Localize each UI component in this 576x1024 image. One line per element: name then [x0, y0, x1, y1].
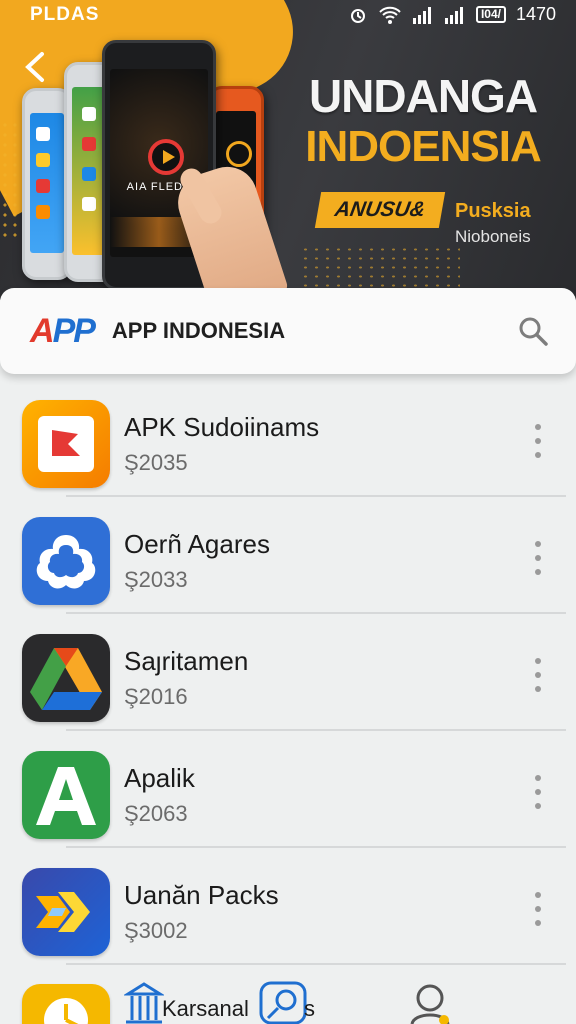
more-options-icon[interactable]	[532, 658, 544, 692]
list-item[interactable]: Saȷritamen Ş2016	[0, 614, 576, 731]
back-arrow-icon[interactable]	[20, 50, 50, 84]
search-header-card: APP APP INDONESIA	[0, 288, 576, 374]
gallery-search-icon[interactable]	[258, 980, 310, 1024]
bank-icon[interactable]	[124, 980, 164, 1024]
divider	[66, 963, 566, 965]
app-name: APK Sudoiinams	[124, 412, 320, 442]
app-name: Apalik	[124, 763, 195, 793]
more-options-icon[interactable]	[532, 541, 544, 575]
status-time: 1470	[515, 4, 556, 24]
blue-cloud-icon[interactable]	[22, 517, 110, 605]
blue-arrow-icon[interactable]	[22, 868, 110, 956]
drive-triangle-icon[interactable]	[22, 634, 110, 722]
app-name: Uanăn Packs	[124, 880, 279, 910]
app-subtitle: Ş2033	[124, 567, 188, 592]
bottom-bar: Karsanal s	[0, 976, 576, 1024]
app-logo-a: A	[30, 311, 55, 350]
profile-icon[interactable]	[408, 982, 452, 1024]
app-screen: PLDAS I04/ 1470 AIA FLEDA UNDANGA INDOEN…	[0, 0, 576, 1024]
app-subtitle: Ş2063	[124, 801, 188, 826]
more-options-icon[interactable]	[532, 892, 544, 926]
signal-icon-2	[444, 6, 463, 24]
app-logo: APP	[30, 311, 96, 351]
app-name: Saȷritamen	[124, 646, 249, 676]
hero-side-line2: Nioboneis	[455, 227, 531, 246]
bottom-label: Karsanal	[162, 996, 249, 1022]
hero-tag-badge: ANUSU&	[314, 192, 446, 228]
green-a-icon[interactable]	[22, 751, 110, 839]
list-item[interactable]: Apalik Ş2063	[0, 731, 576, 848]
app-subtitle: Ş2016	[124, 684, 188, 709]
wifi-icon	[379, 6, 401, 24]
hero-headline-line2: INDOENSIA	[305, 122, 541, 171]
hero-headline: UNDANGA INDOENSIA	[298, 70, 548, 172]
app-name: Oerñ Agares	[124, 529, 270, 559]
hero-banner[interactable]: PLDAS I04/ 1470 AIA FLEDA UNDANGA INDOEN…	[0, 0, 576, 300]
red-bookmark-icon[interactable]	[22, 400, 110, 488]
alarm-icon	[350, 8, 365, 23]
app-subtitle: Ş2035	[124, 450, 188, 475]
more-options-icon[interactable]	[532, 424, 544, 458]
app-subtitle: Ş3002	[124, 918, 188, 943]
hero-headline-line1: UNDANGA	[308, 70, 538, 122]
battery-icon: I04/	[475, 6, 506, 23]
search-icon[interactable]	[518, 316, 548, 346]
app-logo-pp: PP	[52, 311, 96, 350]
list-item[interactable]: APK Sudoiinams Ş2035	[0, 380, 576, 497]
more-options-icon[interactable]	[532, 775, 544, 809]
hero-side-line1: Pusksia	[455, 200, 531, 222]
play-logo-icon	[148, 139, 184, 175]
signal-icon	[412, 6, 431, 24]
app-list: APK Sudoiinams Ş2035 Oerñ Agares Ş2033 S…	[0, 380, 576, 965]
status-bar: I04/ 1470	[348, 4, 556, 25]
bottom-label-text: Karsanal	[162, 996, 249, 1021]
status-brand: PLDAS	[30, 4, 100, 25]
hero-side-text: Pusksia Nioboneis	[455, 200, 531, 247]
store-title: APP INDONESIA	[111, 318, 286, 343]
list-item[interactable]: Oerñ Agares Ş2033	[0, 497, 576, 614]
list-item[interactable]: Uanăn Packs Ş3002	[0, 848, 576, 965]
bottom-label-suffix: s	[304, 996, 315, 1021]
yellow-clock-icon[interactable]	[22, 984, 110, 1024]
